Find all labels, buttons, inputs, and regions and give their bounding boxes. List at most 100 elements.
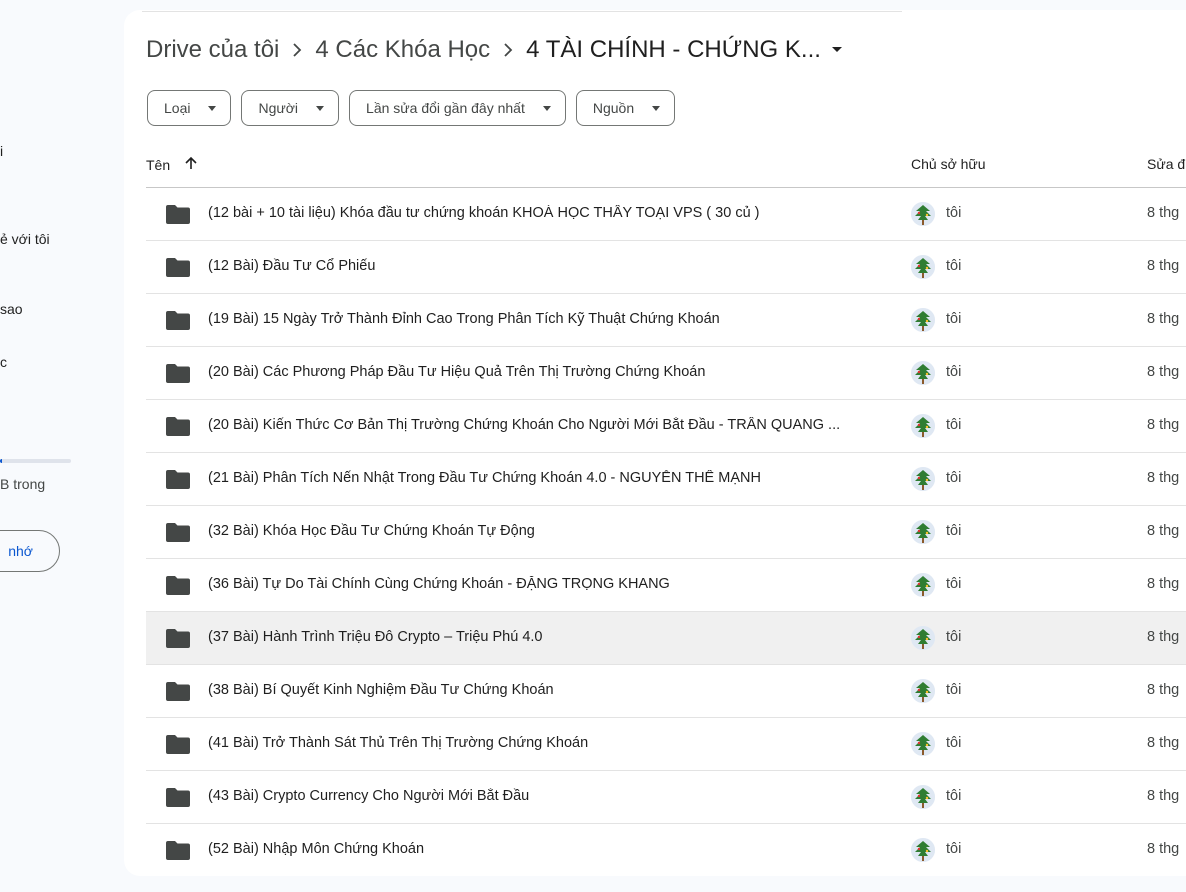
sidebar-item-shared-with-me[interactable]: ẻ với tôi (0, 231, 50, 247)
table-row[interactable]: (12 bài + 10 tài liệu) Khóa đầu tư chứng… (146, 188, 1186, 241)
file-name: (37 Bài) Hành Trình Triệu Đô Crypto – Tr… (208, 629, 543, 645)
file-modified: 8 thg (1147, 470, 1180, 486)
storage-progress-fill (0, 459, 3, 463)
table-row[interactable]: (12 Bài) Đầu Tư Cổ Phiếu tôi 8 thg (146, 241, 1186, 294)
folder-icon (166, 364, 190, 383)
file-owner: tôi (946, 311, 962, 327)
file-modified: 8 thg (1147, 417, 1180, 433)
file-owner: tôi (946, 258, 962, 274)
caret-down-icon (652, 105, 661, 111)
file-modified: 8 thg (1147, 788, 1180, 804)
folder-icon (166, 311, 190, 330)
column-name-header[interactable]: Tên (146, 156, 198, 173)
filter-modified[interactable]: Lần sửa đổi gần đây nhất (349, 90, 566, 126)
table-row[interactable]: (41 Bài) Trở Thành Sát Thủ Trên Thị Trườ… (146, 718, 1186, 771)
folder-icon (166, 523, 190, 542)
breadcrumb-my-drive[interactable]: Drive của tôi (146, 36, 279, 64)
column-name-label: Tên (146, 156, 171, 173)
user-avatar (911, 255, 935, 279)
table-row[interactable]: (21 Bài) Phân Tích Nến Nhật Trong Đầu Tư… (146, 453, 1186, 506)
file-name: (19 Bài) 15 Ngày Trở Thành Đỉnh Cao Tron… (208, 311, 720, 327)
file-owner: tôi (946, 629, 962, 645)
storage-usage-text: B trong (0, 476, 46, 492)
caret-down-icon (208, 105, 217, 111)
table-row[interactable]: (20 Bài) Kiến Thức Cơ Bản Thị Trường Chứ… (146, 400, 1186, 453)
filter-chips: Loại Người Lần sửa đổi gần đây nhất Nguồ… (147, 90, 676, 126)
file-name: (38 Bài) Bí Quyết Kinh Nghiệm Đầu Tư Chứ… (208, 682, 554, 698)
table-row[interactable]: (43 Bài) Crypto Currency Cho Người Mới B… (146, 771, 1186, 824)
table-row[interactable]: (37 Bài) Hành Trình Triệu Đô Crypto – Tr… (146, 612, 1186, 665)
file-list: (12 bài + 10 tài liệu) Khóa đầu tư chứng… (146, 188, 1186, 876)
file-modified: 8 thg (1147, 576, 1180, 592)
caret-down-icon (542, 105, 551, 111)
top-divider (142, 10, 902, 12)
user-avatar (911, 838, 935, 862)
user-avatar (911, 414, 935, 438)
sidebar-item-recent[interactable]: i (0, 143, 3, 159)
chevron-right-icon (490, 43, 526, 57)
file-owner: tôi (946, 470, 962, 486)
filter-people-label: Người (258, 100, 299, 116)
breadcrumb-current-folder[interactable]: 4 TÀI CHÍNH - CHỨNG K... (526, 36, 843, 64)
table-row[interactable]: (38 Bài) Bí Quyết Kinh Nghiệm Đầu Tư Chứ… (146, 665, 1186, 718)
table-row[interactable]: (36 Bài) Tự Do Tài Chính Cùng Chứng Khoá… (146, 559, 1186, 612)
filter-type[interactable]: Loại (147, 90, 232, 126)
table-row[interactable]: (19 Bài) 15 Ngày Trở Thành Đỉnh Cao Tron… (146, 294, 1186, 347)
file-name: (12 bài + 10 tài liệu) Khóa đầu tư chứng… (208, 205, 760, 221)
folder-icon (166, 735, 190, 754)
file-owner: tôi (946, 417, 962, 433)
table-row[interactable]: (52 Bài) Nhập Môn Chứng Khoán tôi 8 thg (146, 824, 1186, 876)
file-name: (20 Bài) Các Phương Pháp Đầu Tư Hiệu Quả… (208, 364, 706, 380)
column-modified-header[interactable]: Sửa đ (1147, 156, 1185, 172)
user-avatar (911, 202, 935, 226)
user-avatar (911, 732, 935, 756)
file-name: (43 Bài) Crypto Currency Cho Người Mới B… (208, 788, 530, 804)
folder-icon (166, 258, 190, 277)
arrow-up-icon[interactable] (184, 156, 198, 173)
drive-page: i ẻ với tôi sao c B trong nhớ Drive của … (0, 0, 1186, 892)
table-row[interactable]: (20 Bài) Các Phương Pháp Đầu Tư Hiệu Quả… (146, 347, 1186, 400)
filter-people[interactable]: Người (241, 90, 340, 126)
folder-icon (166, 841, 190, 860)
sidebar: i ẻ với tôi sao c B trong nhớ (0, 0, 124, 892)
sidebar-item-starred[interactable]: sao (0, 301, 23, 317)
folder-icon (166, 205, 190, 224)
folder-icon (166, 682, 190, 701)
folder-icon (166, 629, 190, 648)
file-owner: tôi (946, 735, 962, 751)
caret-down-icon (831, 46, 843, 54)
file-owner: tôi (946, 205, 962, 221)
filter-source[interactable]: Nguồn (575, 90, 676, 126)
user-avatar (911, 308, 935, 332)
filter-source-label: Nguồn (592, 100, 635, 116)
file-owner: tôi (946, 576, 962, 592)
storage-progress-bar (0, 459, 71, 463)
file-name: (36 Bài) Tự Do Tài Chính Cùng Chứng Khoá… (208, 576, 670, 592)
file-owner: tôi (946, 364, 962, 380)
file-owner: tôi (946, 841, 962, 857)
breadcrumb-courses[interactable]: 4 Các Khóa Học (315, 36, 490, 64)
file-name: (41 Bài) Trở Thành Sát Thủ Trên Thị Trườ… (208, 735, 589, 751)
file-modified: 8 thg (1147, 311, 1180, 327)
file-owner: tôi (946, 788, 962, 804)
user-avatar (911, 626, 935, 650)
breadcrumb: Drive của tôi 4 Các Khóa Học 4 TÀI CHÍNH… (146, 34, 843, 66)
column-owner-header[interactable]: Chủ sở hữu (911, 156, 986, 172)
user-avatar (911, 361, 935, 385)
folder-icon (166, 417, 190, 436)
file-modified: 8 thg (1147, 205, 1180, 221)
table-row[interactable]: (32 Bài) Khóa Học Đầu Tư Chứng Khoán Tự … (146, 506, 1186, 559)
file-modified: 8 thg (1147, 629, 1180, 645)
folder-icon (166, 788, 190, 807)
file-modified: 8 thg (1147, 364, 1180, 380)
file-name: (32 Bài) Khóa Học Đầu Tư Chứng Khoán Tự … (208, 523, 535, 539)
user-avatar (911, 520, 935, 544)
get-more-storage-button[interactable]: nhớ (0, 530, 60, 572)
file-modified: 8 thg (1147, 735, 1180, 751)
file-modified: 8 thg (1147, 841, 1180, 857)
file-name: (52 Bài) Nhập Môn Chứng Khoán (208, 841, 425, 857)
sidebar-item-other[interactable]: c (0, 354, 7, 370)
filter-type-label: Loại (164, 100, 191, 116)
main-panel: Drive của tôi 4 Các Khóa Học 4 TÀI CHÍNH… (124, 10, 1186, 876)
user-avatar (911, 785, 935, 809)
